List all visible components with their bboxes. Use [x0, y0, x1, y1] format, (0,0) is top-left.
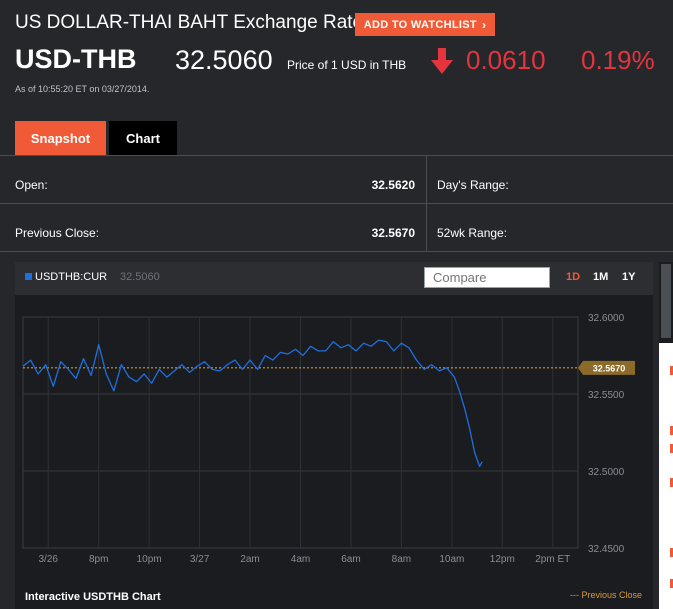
stat-row-open: Open: 32.5620 Day's Range: — [0, 156, 673, 204]
range-1m-button[interactable]: 1M — [593, 271, 608, 283]
x-tick-label: 4am — [291, 554, 310, 565]
y-tick-label: 32.5000 — [588, 467, 625, 478]
chart-panel: USDTHB:CUR 32.5060 1D 1M 1Y 32.6000 32.55… — [15, 262, 653, 609]
column-divider — [426, 156, 427, 203]
x-tick-label: 12pm — [490, 554, 515, 565]
stats-table: Open: 32.5620 Day's Range: Previous Clos… — [0, 155, 673, 252]
add-to-watchlist-button[interactable]: ADD TO WATCHLIST › — [355, 13, 495, 36]
days-range-label: Day's Range: — [437, 178, 509, 192]
range-1y-button[interactable]: 1Y — [622, 271, 635, 283]
legend-ticker: USDTHB:CUR — [35, 271, 108, 283]
x-tick-label: 3/26 — [38, 554, 58, 565]
open-label: Open: — [15, 178, 48, 192]
tab-snapshot[interactable]: Snapshot — [15, 121, 106, 155]
as-of-timestamp: As of 10:55:20 ET on 03/27/2014. — [15, 84, 150, 94]
stat-row-previous-close: Previous Close: 32.5670 52wk Range: — [0, 204, 673, 252]
price-description: Price of 1 USD in THB — [287, 58, 407, 72]
down-arrow-icon — [431, 48, 453, 74]
x-tick-label: 8pm — [89, 554, 108, 565]
price-change: 0.0610 — [466, 45, 546, 75]
x-tick-label: 3/27 — [190, 554, 210, 565]
tab-bar: Snapshot Chart — [15, 121, 177, 155]
x-tick-label: 10am — [439, 554, 464, 565]
page: US DOLLAR-THAI BAHT Exchange Rate ADD TO… — [0, 0, 673, 609]
watchlist-label: ADD TO WATCHLIST — [363, 18, 477, 31]
open-value: 32.5620 — [371, 178, 415, 192]
previous-close-legend: --- Previous Close — [569, 590, 642, 600]
previous-close-value: 32.5670 — [371, 226, 415, 240]
symbol: USD-THB — [15, 44, 137, 74]
previous-close-label: Previous Close: — [15, 226, 100, 240]
chevron-right-icon: › — [481, 17, 487, 32]
price: 32.5060 — [175, 45, 273, 75]
price-change-percent: 0.19% — [581, 45, 655, 75]
price-chart[interactable]: 32.6000 32.5500 32.5000 32.4500 3/26 8pm 10pm 3… — [15, 295, 653, 587]
y-tick-label: 32.4500 — [588, 544, 625, 555]
x-tick-label: 10pm — [137, 554, 162, 565]
chart-footer-title: Interactive USDTHB Chart — [25, 591, 161, 603]
scrollbar-thumb[interactable] — [661, 264, 671, 338]
52wk-range-label: 52wk Range: — [437, 226, 508, 240]
chart-header: USDTHB:CUR 32.5060 1D 1M 1Y — [15, 262, 653, 295]
previous-close-tag-label: 32.5670 — [593, 363, 626, 373]
legend-value: 32.5060 — [120, 271, 160, 283]
compare-input[interactable] — [424, 267, 550, 288]
x-tick-label: 2pm ET — [535, 554, 570, 565]
x-tick-label: 8am — [392, 554, 411, 565]
x-tick-label: 2am — [240, 554, 259, 565]
tab-chart[interactable]: Chart — [109, 121, 177, 155]
x-tick-label: 6am — [341, 554, 360, 565]
y-tick-label: 32.6000 — [588, 313, 625, 324]
range-1d-button[interactable]: 1D — [566, 271, 580, 283]
side-panel — [659, 343, 673, 609]
y-tick-label: 32.5500 — [588, 390, 625, 401]
page-title: US DOLLAR-THAI BAHT Exchange Rate — [15, 12, 364, 33]
column-divider — [426, 204, 427, 251]
series-color-swatch — [25, 273, 32, 280]
